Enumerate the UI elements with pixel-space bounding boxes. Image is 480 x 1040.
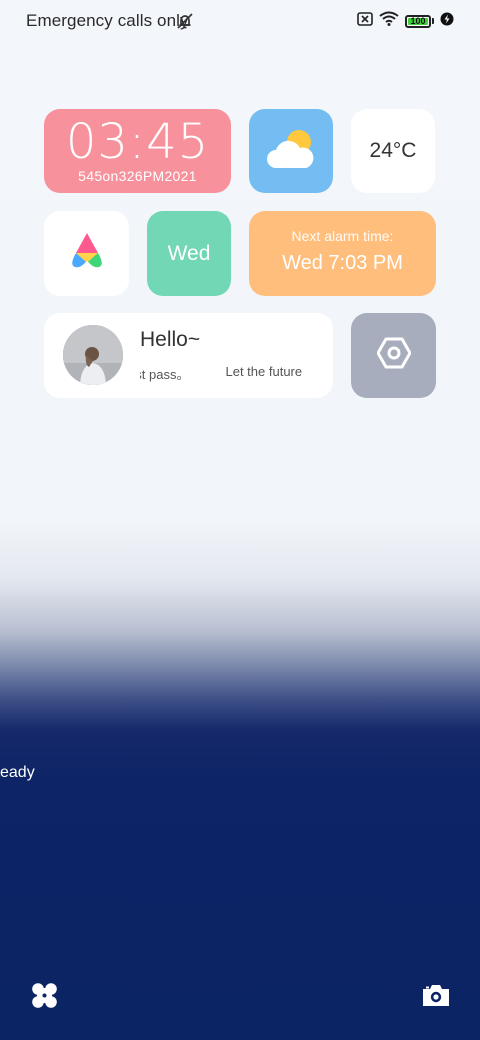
avatar — [63, 325, 123, 385]
clock-time: 03:45 — [65, 114, 210, 170]
greeting-text: Hello~ — [140, 328, 201, 351]
battery-icon: 100 — [405, 14, 431, 28]
settings-widget[interactable] — [351, 313, 436, 398]
hexagon-settings-icon — [376, 336, 411, 375]
profile-widget[interactable]: Hello~ e past pass。 Let the future — [44, 313, 333, 398]
clock-subtitle: 545on326PM2021 — [78, 168, 197, 184]
weather-widget[interactable] — [249, 109, 333, 193]
battery-tip — [432, 18, 434, 24]
app-logo-icon — [65, 229, 109, 278]
bell-off-icon — [176, 12, 194, 35]
marquee-text: e past pass。 Let the future — [140, 364, 325, 382]
sim-missing-icon — [357, 11, 373, 31]
temperature-widget[interactable]: 24°C — [351, 109, 435, 193]
carrier-text: Emergency calls only — [26, 11, 189, 30]
temperature-value: 24°C — [369, 139, 417, 162]
flower-icon[interactable] — [31, 982, 58, 1014]
marquee-item: e past pass。 — [140, 367, 190, 382]
camera-icon[interactable] — [421, 983, 451, 1013]
status-bar: Emergency calls only 100 — [0, 0, 480, 44]
clock-widget[interactable]: 03:45 545on326PM2021 — [44, 109, 231, 193]
weekday-widget[interactable]: Wed — [147, 211, 231, 296]
wifi-icon — [379, 11, 399, 31]
alarm-time: Wed 7:03 PM — [282, 252, 403, 274]
alarm-label: Next alarm time: — [291, 228, 394, 244]
lockscreen-status-text: eady — [0, 764, 35, 781]
battery-level: 100 — [410, 15, 426, 26]
alarm-widget[interactable]: Next alarm time: Wed 7:03 PM — [249, 211, 436, 296]
charging-icon — [440, 12, 454, 31]
app-logo-widget[interactable] — [44, 211, 129, 296]
partly-cloudy-icon — [264, 127, 318, 176]
weekday-label: Wed — [167, 241, 211, 265]
marquee-item: Let the future — [225, 364, 303, 379]
